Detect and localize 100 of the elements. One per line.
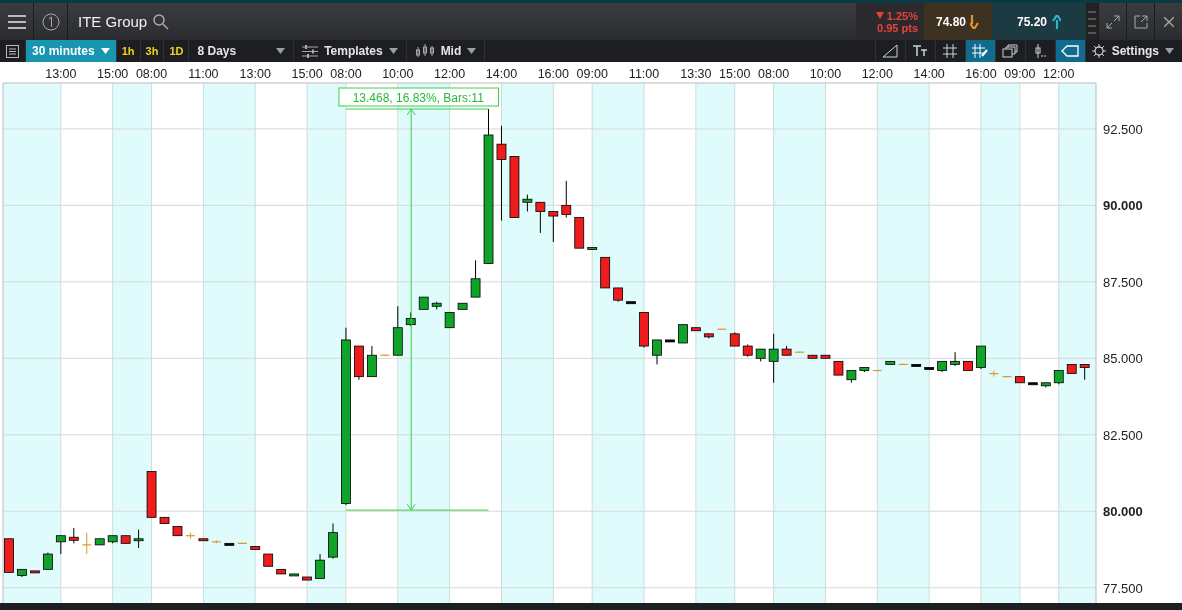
falling-candle	[496, 143, 507, 160]
rising-candle	[768, 348, 779, 362]
triangle-ruler-icon	[882, 44, 899, 58]
sliders-icon	[302, 44, 319, 58]
rising-candle	[652, 339, 662, 356]
list-icon	[6, 44, 19, 58]
falling-candle	[120, 535, 131, 544]
falling-candle	[1015, 376, 1025, 384]
text-size-icon	[912, 45, 929, 57]
up-arrow-icon	[1051, 14, 1061, 29]
rising-candle	[976, 345, 986, 368]
candle-wick	[86, 532, 88, 555]
flat-candle	[665, 339, 675, 343]
annotation: 13.468, 16.83%, Bars:11	[352, 90, 485, 105]
circled-number-icon	[41, 12, 60, 31]
falling-candle	[820, 354, 831, 359]
falling-candle	[30, 570, 40, 574]
sell-button[interactable]: 74.80	[924, 3, 992, 40]
rising-candle	[885, 360, 896, 365]
expand-icon	[1105, 14, 1120, 29]
rising-candle	[367, 354, 377, 378]
candle-icon	[1033, 44, 1048, 58]
buy-button[interactable]: 75.20	[992, 3, 1086, 40]
falling-candle	[600, 256, 611, 289]
down-triangle-icon	[875, 12, 884, 19]
menu-icon	[7, 14, 26, 29]
time-axis-label: 11:00	[628, 67, 660, 81]
rising-candle	[55, 535, 66, 543]
flat-candle	[924, 367, 935, 370]
falling-candle	[561, 204, 572, 215]
time-axis-label: 09:00	[576, 67, 608, 81]
rising-candle	[17, 568, 27, 576]
caret-icon	[1165, 48, 1174, 54]
rising-candle	[937, 360, 947, 371]
rising-candle	[755, 348, 766, 359]
falling-candle	[781, 348, 792, 356]
falling-candle	[198, 538, 209, 542]
flat-candle	[224, 542, 235, 546]
time-axis-label: 08:00	[758, 67, 790, 81]
chart-tool-button[interactable]	[964, 40, 995, 62]
chart-tool-button[interactable]	[1054, 40, 1085, 62]
falling-candle	[146, 471, 157, 518]
change-percent: 1.25%	[886, 9, 918, 22]
candle-wick	[215, 539, 217, 544]
rising-candle	[859, 367, 870, 371]
popout-icon	[1133, 14, 1148, 29]
candle-wick	[993, 370, 995, 378]
measure-label: 13.468, 16.83%, Bars:11	[338, 87, 499, 107]
time-axis-label: 13:30	[680, 67, 712, 81]
price-axis-label: 82.500	[1103, 427, 1143, 443]
falling-candle	[250, 546, 261, 550]
falling-candle	[729, 333, 740, 347]
price-axis-label: 85.000	[1103, 351, 1143, 367]
candle-wick	[189, 532, 191, 540]
price-axis-label: 77.500	[1103, 580, 1143, 596]
flat-candle	[626, 301, 636, 305]
rising-candle	[315, 559, 325, 579]
time-axis-label: 15:00	[291, 67, 323, 81]
falling-candle	[535, 201, 546, 212]
time-axis-label: 12:00	[1043, 67, 1075, 81]
falling-candle	[703, 333, 714, 338]
rising-candle	[94, 538, 105, 546]
time-axis-label: 08:00	[330, 67, 362, 81]
falling-candle	[691, 327, 701, 332]
caret-icon	[276, 48, 286, 54]
time-axis-label: 15:00	[719, 67, 751, 81]
rising-candle	[457, 302, 468, 310]
close-icon	[1163, 16, 1174, 27]
time-axis-label: 10:00	[382, 67, 414, 81]
rising-candle	[405, 318, 416, 326]
candle-wick	[565, 180, 567, 219]
time-axis-label: 12:00	[861, 67, 893, 81]
falling-candle	[354, 345, 364, 378]
settings-icon	[1091, 44, 1106, 58]
time-axis-label: 14:00	[485, 67, 518, 81]
instrument-title: ITE Group	[78, 13, 148, 30]
falling-candle	[574, 217, 585, 249]
falling-candle	[172, 526, 183, 537]
rising-candle	[418, 296, 429, 310]
flat-candle	[1027, 382, 1038, 386]
rising-candle	[444, 312, 455, 329]
rising-candle	[431, 302, 442, 307]
caret-icon	[467, 48, 477, 54]
rising-candle	[43, 553, 53, 570]
falling-candle	[833, 360, 844, 376]
grid-pen-icon	[971, 43, 990, 59]
rising-candle	[1053, 370, 1064, 384]
falling-candle	[963, 360, 973, 371]
grid-icon	[943, 44, 958, 58]
price-axis-label: 92.500	[1103, 121, 1143, 137]
falling-candle	[68, 536, 79, 541]
search-icon[interactable]	[153, 13, 170, 30]
falling-candle	[639, 312, 649, 347]
falling-candle	[807, 354, 818, 359]
time-axis-label: 13:00	[45, 67, 77, 81]
rising-candle	[107, 535, 118, 543]
time-axis-label: 11:00	[188, 67, 219, 81]
time-axis-label: 09:00	[1004, 67, 1036, 81]
rising-candle	[678, 324, 688, 344]
falling-candle	[159, 516, 170, 524]
